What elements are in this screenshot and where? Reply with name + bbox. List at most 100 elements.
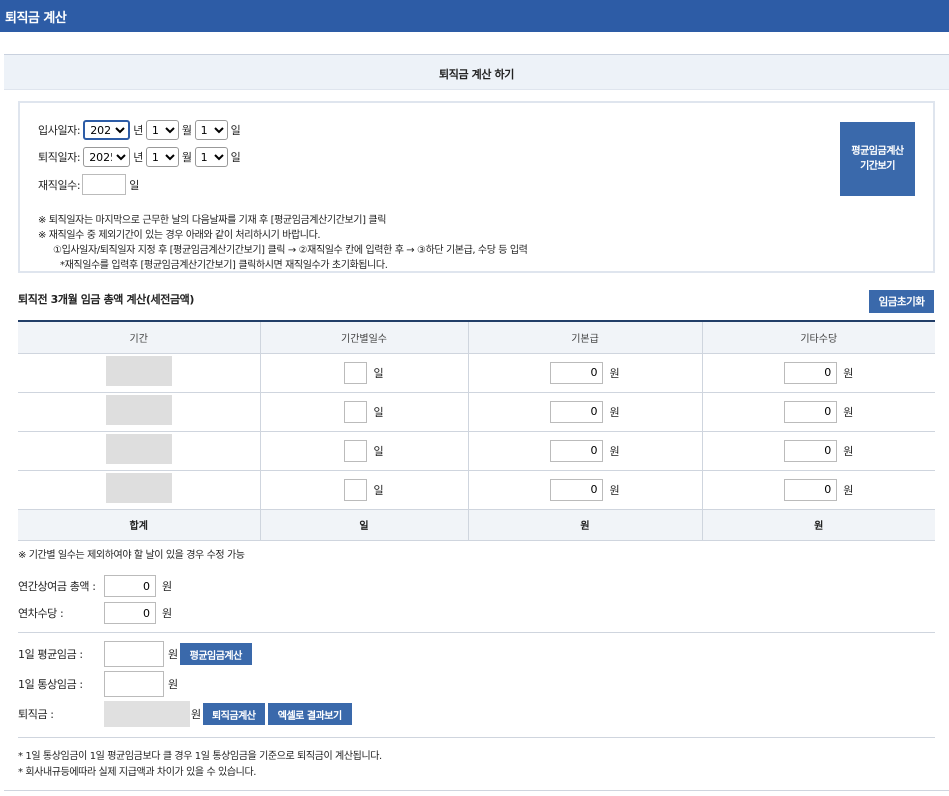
base-pay-input[interactable] (550, 478, 604, 501)
severance-row: 퇴직금 : 원 퇴직금계산 엑셀로 결과보기 (18, 701, 352, 727)
work-days-label: 재직일수: (38, 178, 81, 192)
severance-unit: 원 (191, 708, 201, 721)
days-input[interactable] (344, 400, 368, 423)
annual-bonus-unit: 원 (162, 580, 172, 593)
base-pay-input[interactable] (550, 439, 604, 462)
hire-day-select[interactable]: 1 (194, 120, 228, 140)
period-value (105, 356, 172, 386)
excel-result-button[interactable]: 엑셀로 결과보기 (267, 703, 352, 725)
table-row: 일 원 원 (18, 431, 935, 471)
other-unit: 원 (843, 483, 854, 497)
hire-year-select[interactable]: 2025 (83, 120, 131, 140)
base-unit: 원 (609, 483, 620, 497)
table-row: 일 원 원 (18, 470, 935, 510)
annual-leave-row: 연차수당 : 원 (18, 602, 172, 624)
days-unit: 일 (373, 366, 384, 380)
days-input[interactable] (344, 439, 368, 462)
retire-month-unit: 월 (181, 151, 192, 164)
severance-label: 퇴직금 : (18, 708, 54, 721)
days-edit-note: ※ 기간별 일수는 제외하여야 할 날이 있을 경우 수정 가능 (18, 550, 245, 561)
divider (18, 737, 935, 738)
note-3: ①입사일자/퇴직일자 지정 후 [평균임금계산기간보기] 클릭 → ②재직일수 … (53, 245, 528, 256)
base-pay-input[interactable] (550, 361, 604, 384)
base-unit: 원 (609, 366, 620, 380)
retire-day-unit: 일 (230, 151, 241, 164)
severance-output (104, 701, 190, 727)
severance-calc-button[interactable]: 퇴직금계산 (202, 703, 265, 725)
days-input[interactable] (344, 478, 368, 501)
period-value (105, 434, 172, 464)
footer-note-1: * 1일 통상임금이 1일 평균임금보다 클 경우 1일 통상임금을 기준으로 … (18, 751, 382, 762)
base-unit: 원 (609, 405, 620, 419)
section-title: 퇴직금 계산 하기 (439, 68, 514, 81)
other-pay-input[interactable] (784, 439, 838, 462)
hire-year-unit: 년 (133, 124, 143, 137)
ordinary-wage-label: 1일 통상임금 : (18, 678, 83, 691)
retire-day-select[interactable]: 1 (194, 147, 228, 167)
ordinary-wage-input[interactable] (104, 671, 164, 697)
other-pay-input[interactable] (784, 478, 838, 501)
annual-bonus-row: 연간상여금 총액 : 원 (18, 575, 172, 597)
retire-year-select[interactable]: 2025 (83, 147, 131, 167)
page-title: 퇴직금 계산 (5, 11, 67, 26)
period-value (105, 473, 172, 503)
period-value (105, 395, 172, 425)
avg-wage-unit: 원 (168, 648, 178, 661)
note-4: *재직일수를 입력후 [평균임금계산기간보기] 클릭하시면 재직일수가 초기화됩… (60, 260, 388, 271)
note-2: ※ 재직일수 중 제외기간이 있는 경우 아래와 같이 처리하시기 바랍니다. (38, 230, 321, 241)
bottom-divider (4, 790, 949, 791)
table-header-row: 기간 기간별일수 기본급 기타수당 (18, 320, 935, 354)
wage-title: 퇴직전 3개월 임금 총액 계산(세전금액) (18, 293, 195, 306)
total-base: 원 (467, 509, 702, 541)
total-row: 합계 일 원 원 (18, 509, 935, 541)
period-view-button-line1: 평균임금계산 (851, 146, 904, 157)
retire-date-label: 퇴직일자: (38, 151, 81, 164)
total-other: 원 (701, 509, 935, 541)
days-input[interactable] (344, 361, 368, 384)
avg-wage-calc-button[interactable]: 평균임금계산 (179, 643, 252, 665)
column-header-period: 기간 (18, 320, 260, 354)
annual-leave-label: 연차수당 : (18, 607, 64, 620)
column-header-other: 기타수당 (701, 320, 935, 354)
note-1: ※ 퇴직일자는 마지막으로 근무한 날의 다음날짜를 기재 후 [평균임금계산기… (38, 215, 386, 226)
ordinary-wage-unit: 원 (168, 678, 178, 691)
work-days-input[interactable] (82, 174, 127, 195)
retire-month-select[interactable]: 1 (145, 147, 179, 167)
period-cell (18, 392, 260, 432)
period-cell (18, 431, 260, 471)
wage-table: 기간 기간별일수 기본급 기타수당 일 원 원 일 원 원 일 원 원 일 원 … (18, 320, 935, 541)
annual-bonus-input[interactable] (104, 575, 156, 597)
period-view-button[interactable]: 평균임금계산 기간보기 (840, 122, 915, 196)
wage-reset-button[interactable]: 임금초기화 (869, 290, 934, 313)
retire-year-unit: 년 (133, 151, 143, 164)
other-pay-input[interactable] (784, 400, 838, 423)
ordinary-wage-row: 1일 통상임금 : 원 (18, 671, 178, 697)
days-unit: 일 (373, 444, 384, 458)
total-days: 일 (259, 509, 468, 541)
avg-wage-label: 1일 평균임금 : (18, 648, 83, 661)
period-cell (18, 470, 260, 510)
work-days-unit: 일 (129, 178, 139, 192)
divider (18, 632, 935, 633)
hire-month-unit: 월 (181, 124, 192, 137)
other-unit: 원 (843, 405, 854, 419)
period-cell (18, 353, 260, 393)
other-unit: 원 (843, 366, 854, 380)
annual-bonus-label: 연간상여금 총액 : (18, 580, 96, 593)
table-row: 일 원 원 (18, 353, 935, 393)
hire-month-select[interactable]: 1 (145, 120, 179, 140)
period-view-button-line2: 기간보기 (860, 161, 895, 172)
retire-date-row: 퇴직일자: 2025 년 1 월 1 일 (38, 147, 241, 167)
hire-date-row: 입사일자: 2025 년 1 월 1 일 (38, 120, 241, 140)
app-header: 퇴직금 계산 (0, 0, 949, 32)
section-header: 퇴직금 계산 하기 (4, 54, 949, 90)
base-pay-input[interactable] (550, 400, 604, 423)
avg-wage-input[interactable] (104, 641, 164, 667)
other-pay-input[interactable] (784, 361, 838, 384)
hire-day-unit: 일 (230, 124, 241, 137)
column-header-days: 기간별일수 (259, 320, 468, 354)
annual-leave-unit: 원 (162, 607, 172, 620)
annual-leave-input[interactable] (104, 602, 156, 624)
hire-date-label: 입사일자: (38, 124, 81, 137)
base-unit: 원 (609, 444, 620, 458)
